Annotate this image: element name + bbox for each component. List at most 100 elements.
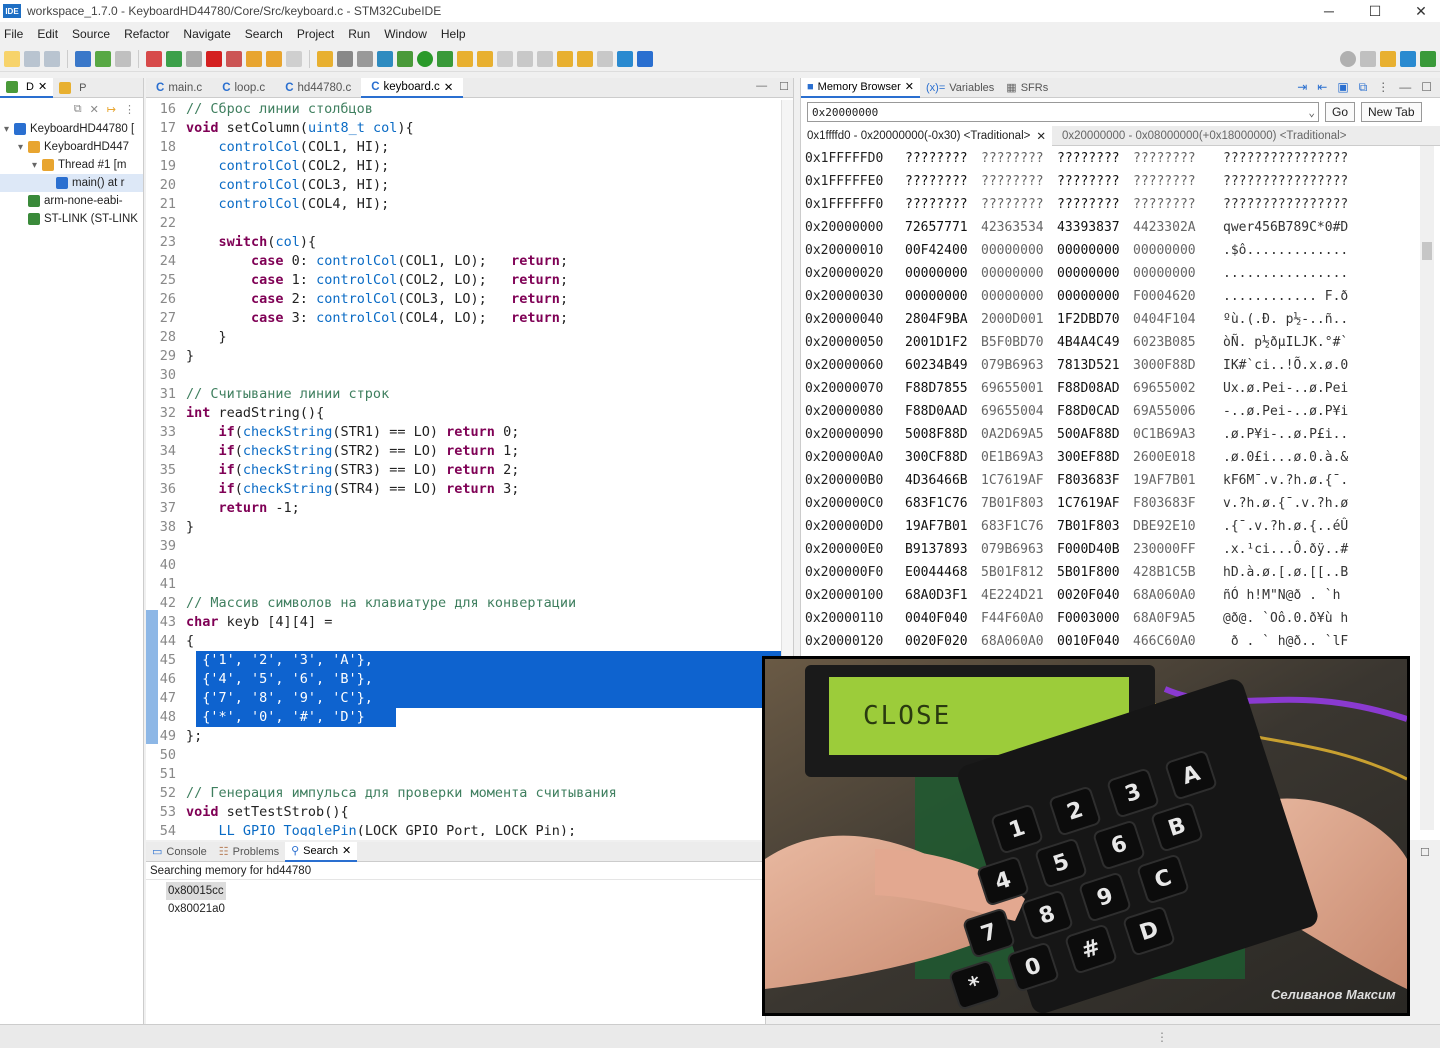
tab-search[interactable]: ⚲ Search ✕ — [285, 841, 358, 862]
link-icon[interactable]: ⧉ — [1359, 80, 1368, 95]
go-button[interactable]: Go — [1325, 102, 1356, 122]
tree-item[interactable]: ST-LINK (ST-LINK — [0, 210, 143, 228]
tab-sfrs[interactable]: ▦ SFRs — [1000, 78, 1054, 98]
memory-word[interactable]: 43393837 — [1057, 216, 1133, 239]
close-icon[interactable]: ✕ — [1036, 129, 1046, 143]
memory-word[interactable]: 0010F040 — [1057, 630, 1133, 653]
step-into-icon[interactable] — [246, 50, 262, 67]
memory-word[interactable]: 0A2D69A5 — [981, 423, 1057, 446]
annotation-icon[interactable] — [537, 50, 553, 67]
memory-word[interactable]: 0020F020 — [905, 630, 981, 653]
tab-console[interactable]: ▭ Console — [146, 842, 213, 862]
minimize-icon[interactable]: — — [756, 80, 767, 93]
memory-word[interactable]: 1C7619AF — [1057, 492, 1133, 515]
new-tab-button[interactable]: New Tab — [1361, 102, 1422, 122]
menu-item-edit[interactable]: Edit — [37, 27, 66, 41]
maximize-icon[interactable]: ☐ — [1421, 80, 1432, 95]
connect-icon[interactable] — [377, 50, 393, 67]
import-icon[interactable]: ⇥ — [1297, 80, 1307, 95]
memory-word[interactable]: 7B01F803 — [981, 492, 1057, 515]
address-input[interactable]: 0x20000000 ⌄ — [807, 102, 1319, 122]
menu-item-navigate[interactable]: Navigate — [183, 27, 238, 41]
menu-item-file[interactable]: File — [4, 27, 31, 41]
memory-word[interactable]: 60234B49 — [905, 354, 981, 377]
memory-word[interactable]: 5008F88D — [905, 423, 981, 446]
close-icon[interactable]: ✕ — [905, 80, 914, 93]
memory-word[interactable]: 4423302A — [1133, 216, 1209, 239]
tree-item[interactable]: ▾ KeyboardHD44780 [ — [0, 120, 143, 138]
memory-word[interactable]: 72657771 — [905, 216, 981, 239]
perspective-icon[interactable] — [1360, 50, 1376, 67]
terminate-icon[interactable] — [206, 50, 222, 67]
search-result-item[interactable]: 0x80021a0 — [166, 900, 227, 918]
memory-word[interactable]: 428B1C5B — [1133, 561, 1209, 584]
memory-word[interactable]: 69655001 — [981, 377, 1057, 400]
memory-word[interactable]: B5F0BD70 — [981, 331, 1057, 354]
open-icon[interactable] — [337, 50, 353, 67]
menu-item-project[interactable]: Project — [297, 27, 342, 41]
memory-word[interactable]: F803683F — [1057, 469, 1133, 492]
memory-word[interactable]: DBE92E10 — [1133, 515, 1209, 538]
memory-word[interactable]: 300CF88D — [905, 446, 981, 469]
memory-word[interactable]: 00000000 — [981, 262, 1057, 285]
tab-hd44780-c[interactable]: Chd44780.c — [275, 78, 361, 98]
memory-word[interactable]: 466C60A0 — [1133, 630, 1209, 653]
memory-word[interactable]: 68A060A0 — [1133, 584, 1209, 607]
menu-item-source[interactable]: Source — [72, 27, 118, 41]
new-rendering-icon[interactable]: ▣ — [1337, 80, 1348, 95]
new-icon[interactable] — [4, 50, 20, 67]
memory-word[interactable]: 00000000 — [905, 285, 981, 308]
memory-word[interactable]: 2000D001 — [981, 308, 1057, 331]
close-icon[interactable]: ✕ — [444, 80, 454, 94]
memory-word[interactable]: F88D08AD — [1057, 377, 1133, 400]
step-return-icon[interactable] — [286, 50, 302, 67]
memory-word[interactable]: 0040F040 — [905, 607, 981, 630]
tree-item[interactable]: ▾ Thread #1 [m — [0, 156, 143, 174]
memory-word[interactable]: F88D0CAD — [1057, 400, 1133, 423]
new-folder-icon[interactable] — [457, 50, 473, 67]
memory-word[interactable]: ???????? — [1133, 170, 1209, 193]
back-icon[interactable] — [577, 50, 593, 67]
memory-word[interactable]: 079B6963 — [981, 354, 1057, 377]
memory-word[interactable]: ???????? — [1057, 147, 1133, 170]
step-filter-icon[interactable]: ↦ — [107, 103, 116, 116]
disconnect-icon[interactable] — [226, 50, 242, 67]
memory-word[interactable]: 683F1C76 — [905, 492, 981, 515]
memory-word[interactable]: 2804F9BA — [905, 308, 981, 331]
memory-word[interactable]: 68A060A0 — [981, 630, 1057, 653]
memory-word[interactable]: 4D36466B — [905, 469, 981, 492]
memory-word[interactable]: 1C7619AF — [981, 469, 1057, 492]
save-icon[interactable] — [24, 50, 40, 67]
export-icon[interactable]: ⇤ — [1317, 80, 1327, 95]
memory-word[interactable]: 19AF7B01 — [905, 515, 981, 538]
search-result-item[interactable]: 0x80015cc — [166, 882, 226, 900]
memory-word[interactable]: 7813D521 — [1057, 354, 1133, 377]
maximize-icon[interactable]: ☐ — [1420, 846, 1430, 859]
memory-word[interactable]: 00000000 — [1057, 262, 1133, 285]
memory-word[interactable]: 0C1B69A3 — [1133, 423, 1209, 446]
memory-word[interactable]: F0003000 — [1057, 607, 1133, 630]
memory-word[interactable]: 3000F88D — [1133, 354, 1209, 377]
memory-word[interactable]: 69655002 — [1133, 377, 1209, 400]
memory-word[interactable]: 00000000 — [981, 285, 1057, 308]
memory-word[interactable]: 079B6963 — [981, 538, 1057, 561]
pin-icon[interactable] — [617, 50, 633, 67]
debug-perspective-icon[interactable] — [1420, 50, 1436, 67]
memory-word[interactable]: ???????? — [905, 147, 981, 170]
rendering-tab[interactable]: 0x20000000 - 0x08000000(+0x18000000) <Tr… — [1052, 130, 1356, 142]
mx-perspective-icon[interactable] — [1400, 50, 1416, 67]
close-icon[interactable]: ✕ — [38, 80, 47, 93]
memory-word[interactable]: F88D7855 — [905, 377, 981, 400]
menu-item-refactor[interactable]: Refactor — [124, 27, 177, 41]
templates-icon[interactable] — [517, 50, 533, 67]
memory-word[interactable]: 6023B085 — [1133, 331, 1209, 354]
scrollbar-thumb[interactable] — [1422, 242, 1432, 260]
tree-item[interactable]: main() at r — [0, 174, 143, 192]
memory-word[interactable]: ???????? — [981, 193, 1057, 216]
memory-word[interactable]: 00000000 — [1057, 285, 1133, 308]
chevron-down-icon[interactable]: ▾ — [4, 124, 14, 135]
info-icon[interactable] — [637, 50, 653, 67]
memory-word[interactable]: 00000000 — [981, 239, 1057, 262]
maximize-icon[interactable]: ☐ — [779, 80, 789, 93]
close-button[interactable]: ✕ — [1398, 0, 1440, 22]
